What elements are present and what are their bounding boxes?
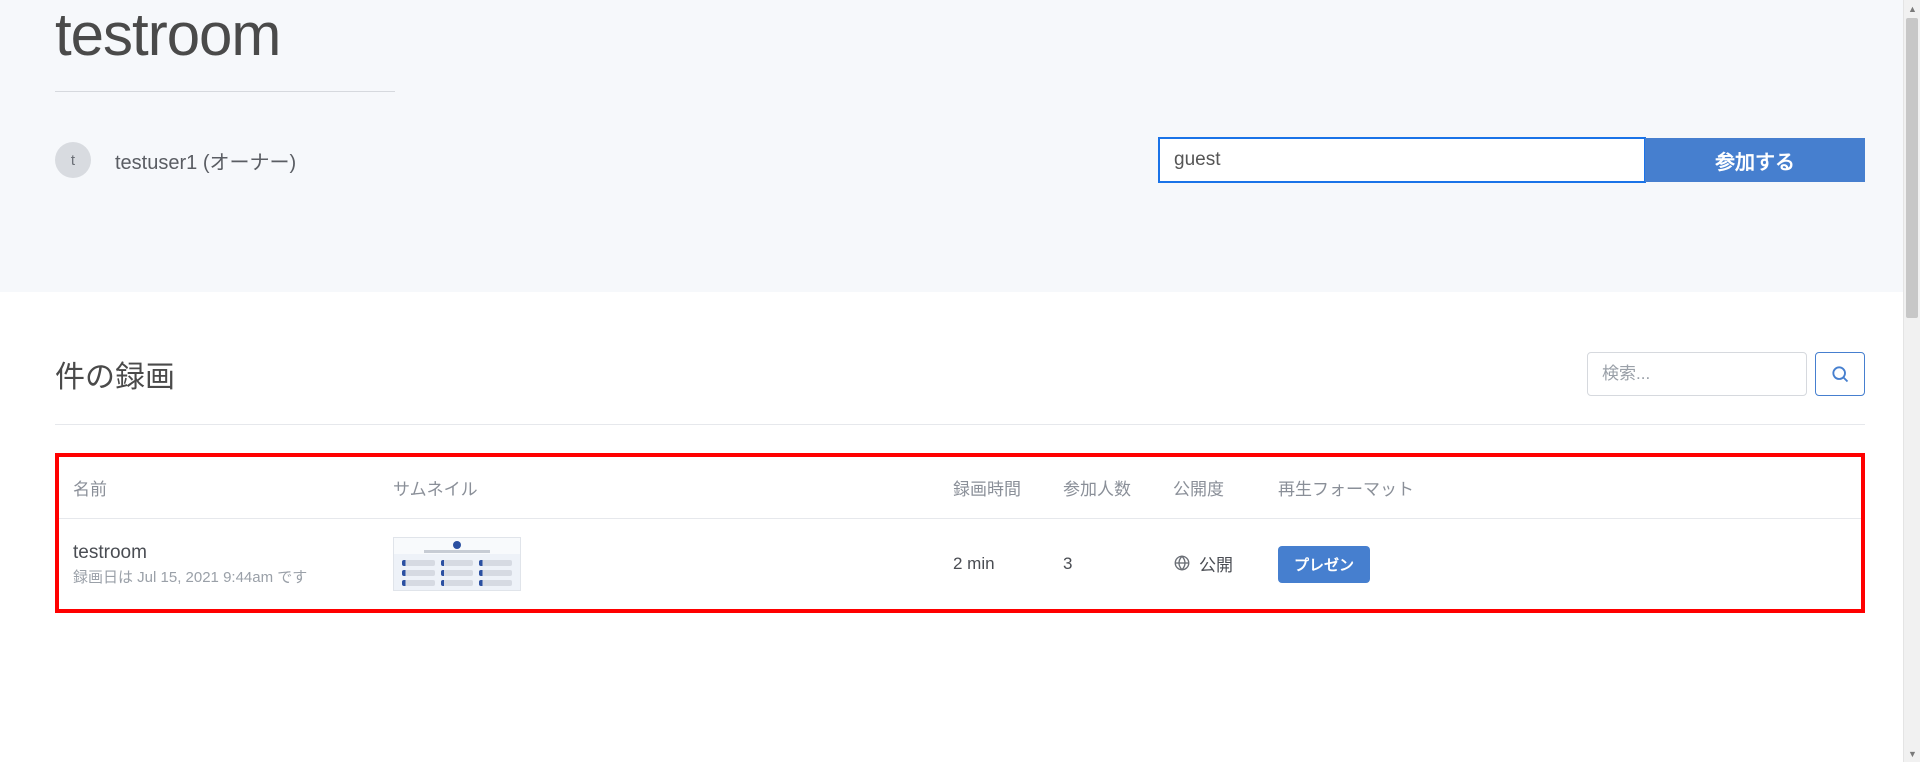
recording-attendees: 3 — [1049, 519, 1159, 610]
column-attendees: 参加人数 — [1049, 457, 1159, 519]
title-divider — [55, 91, 395, 92]
table-row: testroom 録画日は Jul 15, 2021 9:44am です — [59, 519, 1861, 610]
scrollbar-thumb[interactable] — [1906, 18, 1918, 318]
column-duration: 録画時間 — [939, 457, 1049, 519]
thumbnail-body — [394, 554, 520, 591]
column-format: 再生フォーマット — [1264, 457, 1861, 519]
column-thumbnail: サムネイル — [379, 457, 939, 519]
recording-date: 録画日は Jul 15, 2021 9:44am です — [73, 566, 365, 587]
recording-name: testroom — [73, 542, 365, 564]
records-table-highlight: 名前 サムネイル 録画時間 参加人数 公開度 再生フォーマット testroom… — [55, 453, 1865, 613]
search-group — [1587, 352, 1865, 396]
visibility-toggle[interactable]: 公開 — [1173, 551, 1233, 576]
visibility-label: 公開 — [1199, 551, 1233, 576]
column-name: 名前 — [59, 457, 379, 519]
recording-thumbnail[interactable] — [393, 537, 521, 591]
table-header-row: 名前 サムネイル 録画時間 参加人数 公開度 再生フォーマット — [59, 457, 1861, 519]
records-header: 件の録画 — [55, 352, 1865, 396]
page-title: testroom — [55, 0, 1865, 91]
records-divider — [55, 424, 1865, 425]
globe-icon — [1173, 554, 1191, 572]
records-table: 名前 サムネイル 録画時間 参加人数 公開度 再生フォーマット testroom… — [59, 457, 1861, 609]
thumbnail-title-line — [424, 550, 490, 553]
search-icon — [1830, 364, 1850, 384]
vertical-scrollbar[interactable]: ▲ ▼ — [1903, 0, 1920, 762]
join-name-input[interactable] — [1159, 138, 1645, 182]
owner-avatar: t — [55, 142, 91, 178]
search-button[interactable] — [1815, 352, 1865, 396]
playback-format-button[interactable]: プレゼン — [1278, 546, 1370, 583]
thumbnail-header — [394, 538, 520, 554]
records-title: 件の録画 — [55, 352, 175, 396]
scroll-up-icon[interactable]: ▲ — [1904, 0, 1920, 17]
owner-info: t testuser1 (オーナー) — [55, 142, 296, 178]
column-visibility: 公開度 — [1159, 457, 1264, 519]
join-group: 参加する — [1159, 138, 1865, 182]
owner-label: testuser1 (オーナー) — [115, 146, 296, 175]
owner-avatar-initial: t — [71, 152, 75, 169]
scroll-down-icon[interactable]: ▼ — [1904, 745, 1920, 762]
join-button[interactable]: 参加する — [1645, 138, 1865, 182]
owner-row: t testuser1 (オーナー) 参加する — [55, 138, 1865, 182]
search-input[interactable] — [1587, 352, 1807, 396]
thumbnail-logo-icon — [453, 541, 461, 549]
recording-duration: 2 min — [939, 519, 1049, 610]
